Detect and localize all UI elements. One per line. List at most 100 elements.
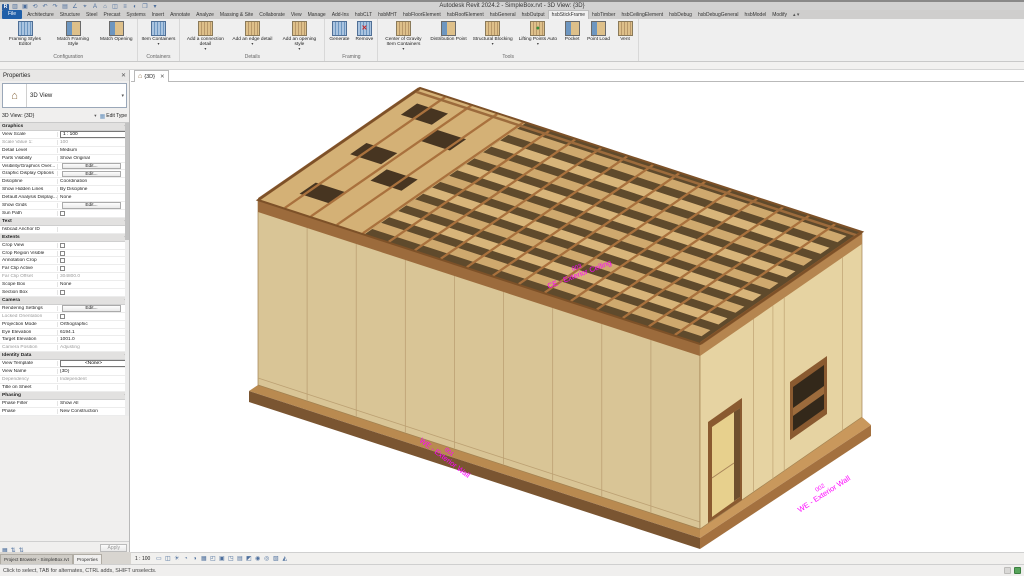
reveal-hidden-elements-icon[interactable]: ◳ (226, 554, 235, 564)
type-selector[interactable]: ⌂ 3D View ▾ (2, 83, 127, 108)
ribbon-tab-hsbmht[interactable]: hsbMHT (375, 11, 400, 19)
edit-button[interactable]: Edit... (62, 202, 121, 209)
chevron-down-icon[interactable]: ▾ (94, 113, 96, 119)
ribbon-tab-hsbclt[interactable]: hsbCLT (352, 11, 375, 19)
chevron-down-icon[interactable]: ▾ (251, 42, 253, 46)
checkbox[interactable] (60, 251, 65, 256)
edit-button[interactable]: Edit... (62, 305, 121, 312)
property-section-text[interactable]: Text⌃ (0, 218, 129, 226)
chevron-down-icon[interactable]: ▾ (492, 42, 494, 46)
property-value[interactable]: None (58, 282, 129, 287)
ribbon-button-distribution-point[interactable]: Distribution Point (428, 20, 468, 43)
visual-style-icon[interactable]: ◫ (163, 554, 172, 564)
chevron-down-icon[interactable]: ▾ (298, 47, 300, 51)
property-section-camera[interactable]: Camera⌃ (0, 297, 129, 305)
checkbox[interactable] (60, 314, 65, 319)
view-tab-3d[interactable]: ⌂ {3D} ✕ (134, 70, 169, 82)
chevron-down-icon[interactable]: ▾ (537, 42, 539, 46)
ribbon-tab-annotate[interactable]: Annotate (167, 11, 193, 19)
ribbon-tab-analyze[interactable]: Analyze (193, 11, 217, 19)
chevron-down-icon[interactable]: ▾ (402, 47, 404, 51)
crop-view-icon[interactable]: ▦ (199, 554, 208, 564)
ribbon-tab-architecture[interactable]: Architecture (24, 11, 57, 19)
property-value[interactable]: 1001.0 (58, 337, 129, 342)
property-value[interactable]: {3D} (58, 369, 129, 374)
property-section-phasing[interactable]: Phasing⌃ (0, 392, 129, 400)
ribbon-tab-manage[interactable]: Manage (305, 11, 329, 19)
sun-path-icon[interactable]: ☀ (172, 554, 181, 564)
temporary-view-properties-icon[interactable]: ◩ (244, 554, 253, 564)
checkbox[interactable] (60, 290, 65, 295)
panel-tab-project-browser-simplebox-rvt[interactable]: Project Browser - SimpleBox.rvt (0, 554, 73, 564)
ribbon-tab-precast[interactable]: Precast (100, 11, 123, 19)
highlight-displacement-icon[interactable]: ◎ (262, 554, 271, 564)
checkbox[interactable] (60, 211, 65, 216)
ribbon-tab-hsbmodel[interactable]: hsbModel (742, 11, 770, 19)
ribbon-tab-hsboutput[interactable]: hsbOutput (519, 11, 548, 19)
rendering-dialog-icon[interactable]: ◑ (190, 554, 199, 564)
property-section-graphics[interactable]: Graphics⌃ (0, 123, 129, 131)
ribbon-button-add-an-edge-detail[interactable]: Add an edge detail▾ (230, 20, 274, 47)
ribbon-tab-hsbdebug[interactable]: hsbDebug (666, 11, 695, 19)
ribbon-tab-massing-site[interactable]: Massing & Site (217, 11, 256, 19)
ribbon-tab-hsbdebuggeneral[interactable]: hsbDebugGeneral (695, 11, 742, 19)
property-section-identity-data[interactable]: Identity Data⌃ (0, 352, 129, 360)
ribbon-tab-view[interactable]: View (288, 11, 305, 19)
edit-button[interactable]: Edit... (62, 171, 121, 178)
ribbon-button-framing-styles-editor[interactable]: Framing Styles Editor (2, 20, 48, 48)
shadows-icon[interactable]: ◔ (181, 554, 190, 564)
analytical-model-icon[interactable]: ◉ (253, 554, 262, 564)
chevron-down-icon[interactable]: ▾ (157, 42, 159, 46)
property-value[interactable]: Coordination (58, 179, 129, 184)
drawing-area[interactable]: ⌂ {3D} ✕ 001WE - Exterior Wall002WE - Ex… (131, 70, 1024, 552)
show-crop-region-icon[interactable]: ◰ (208, 554, 217, 564)
model-3d-view[interactable]: 001WE - Exterior Wall002WE - Exterior Wa… (131, 82, 1024, 552)
property-value[interactable]: Independent (58, 377, 129, 382)
checkbox[interactable] (60, 258, 65, 263)
ribbon-button-vent[interactable]: Vent (614, 20, 636, 43)
property-value[interactable]: Orthographic (58, 322, 129, 327)
instance-selector-value[interactable]: 3D View: {3D} (2, 113, 94, 119)
selection-filter-icon[interactable] (1004, 567, 1011, 574)
property-value[interactable]: 304800.0 (58, 274, 129, 279)
ribbon-tab-file[interactable]: File (2, 10, 22, 19)
close-icon[interactable]: ✕ (160, 74, 165, 80)
ribbon-tab-hsbceilingelement[interactable]: hsbCeilingElement (618, 11, 666, 19)
ribbon-button-point-load[interactable]: Point Load (585, 20, 612, 43)
more-tools-icon[interactable]: ◭ (280, 554, 289, 564)
ribbon-button-lifting-points-auto[interactable]: ●Lifting Points Auto▾ (517, 20, 559, 47)
ribbon-button-item-containers[interactable]: Item Containers▾ (140, 20, 178, 47)
checkbox[interactable] (60, 266, 65, 271)
ribbon-tab-hsbgeneral[interactable]: hsbGeneral (487, 11, 519, 19)
properties-scrollbar[interactable] (125, 123, 129, 416)
ribbon-button-center-of-gravity-item-containers[interactable]: Center of Gravity Item Containers▾ (380, 20, 426, 52)
edit-type-button[interactable]: ▦ Edit Type (100, 113, 127, 120)
ribbon-button-match-framing-style[interactable]: Match Framing Style (50, 20, 96, 48)
ribbon-tab-systems[interactable]: Systems (123, 11, 148, 19)
chevron-down-icon[interactable]: ▾ (121, 93, 126, 99)
value-input[interactable]: 1 : 100 (60, 131, 127, 138)
ribbon-button-structural-blocking[interactable]: Structural Blocking▾ (471, 20, 515, 47)
ribbon-tab-insert[interactable]: Insert (149, 11, 168, 19)
property-value[interactable]: By Discipline (58, 187, 129, 192)
detail-level-icon[interactable]: ▭ (154, 554, 163, 564)
ribbon-tab-structure[interactable]: Structure (57, 11, 83, 19)
property-value[interactable]: 100 (58, 140, 129, 145)
ribbon-tab-collaborate[interactable]: Collaborate (256, 11, 288, 19)
editable-only-icon[interactable] (1014, 567, 1021, 574)
worksharing-display-icon[interactable]: ▤ (235, 554, 244, 564)
ribbon-button-add-an-opening-style[interactable]: Add an opening style▾ (276, 20, 322, 52)
ribbon-collapse-icon[interactable]: ▴ ▾ (790, 11, 802, 19)
property-value[interactable]: New Construction (58, 409, 129, 414)
ribbon-button-pocket[interactable]: Pocket (561, 20, 583, 43)
value-select[interactable]: <None> (60, 360, 127, 367)
close-icon[interactable]: ✕ (121, 72, 126, 79)
property-value[interactable]: None (58, 195, 129, 200)
ribbon-button-match-opening[interactable]: Match Opening (98, 20, 135, 43)
property-value[interactable]: Medium (58, 148, 129, 153)
ribbon-tab-steel[interactable]: Steel (83, 11, 100, 19)
ribbon-tab-modify[interactable]: Modify (769, 11, 790, 19)
property-section-extents[interactable]: Extents⌃ (0, 234, 129, 242)
ribbon-tab-hsbstickframe[interactable]: hsbStickFrame (548, 10, 589, 19)
ribbon-tab-hsbfloorelement[interactable]: hsbFloorElement (400, 11, 444, 19)
